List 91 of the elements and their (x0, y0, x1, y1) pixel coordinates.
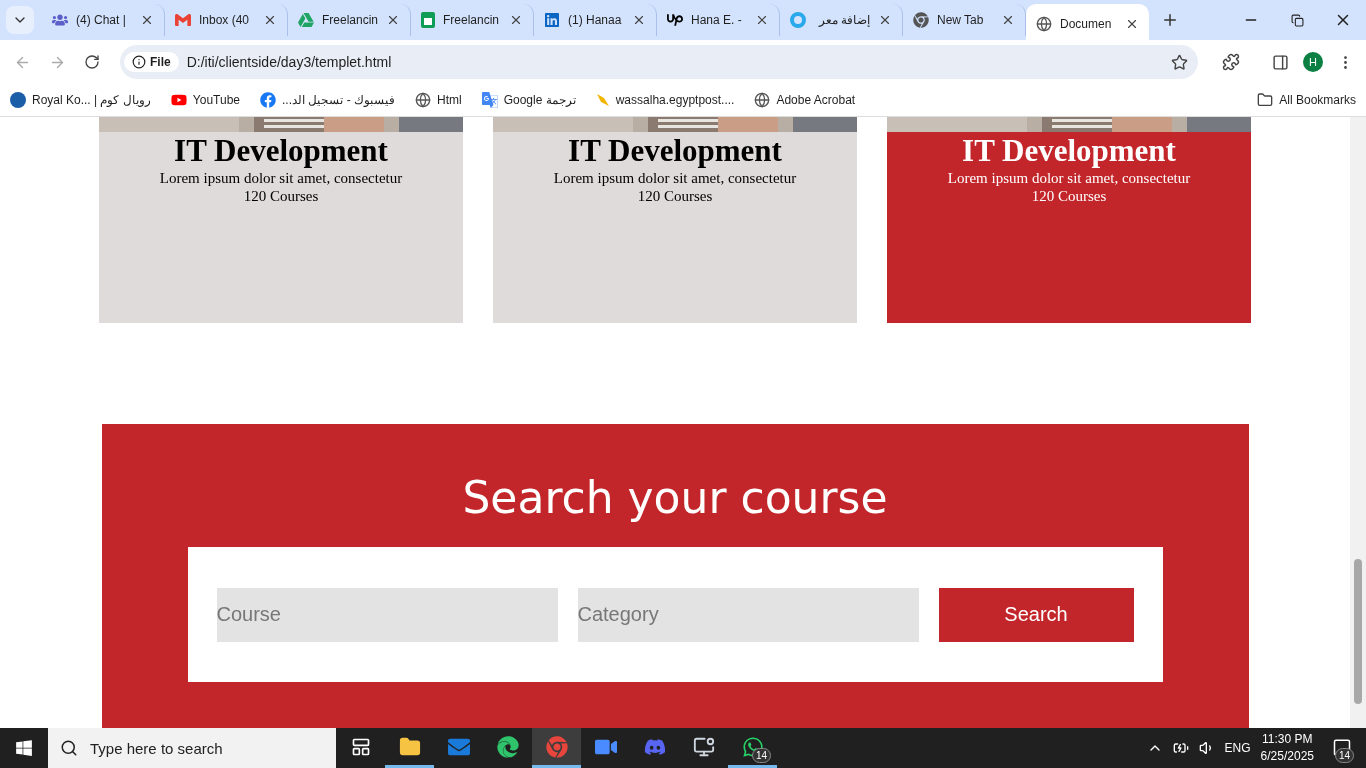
card-text: Lorem ipsum dolor sit amet, consectetur (159, 169, 403, 187)
in-icon (544, 12, 560, 28)
close-icon[interactable] (632, 13, 646, 27)
address-bar[interactable]: File D:/iti/clientside/day3/templet.html (120, 45, 1198, 79)
all-bookmarks[interactable]: All Bookmarks (1257, 92, 1356, 108)
course-count: 120 Courses (637, 187, 713, 205)
close-icon[interactable] (878, 13, 892, 27)
sheet-icon (421, 12, 435, 28)
up-icon (667, 12, 683, 28)
bird-icon (595, 92, 610, 108)
extensions-icon[interactable] (1222, 53, 1240, 71)
site-info-chip[interactable]: File (124, 52, 179, 72)
info-icon (132, 55, 146, 69)
close-icon[interactable] (755, 13, 769, 27)
url-text: D:/iti/clientside/day3/templet.html (186, 54, 393, 70)
count-badge: 14 (1334, 748, 1354, 763)
globe-icon (754, 92, 771, 108)
profile-avatar[interactable]: H (1303, 52, 1323, 72)
taskbar-search-field[interactable]: Type here to search (48, 728, 336, 768)
category-field[interactable]: Category (577, 587, 919, 642)
tab-title: Inbox (40 (199, 13, 251, 27)
chrome-icon (913, 12, 929, 28)
close-icon[interactable] (386, 13, 400, 27)
translate-icon (481, 92, 498, 108)
people-icon (52, 12, 68, 28)
taskbar-app[interactable]: 14 (728, 728, 777, 768)
facebook-icon (260, 92, 276, 108)
tab-title: Hana E. - (691, 13, 743, 27)
bookmark[interactable]: ترجمة Google (481, 92, 576, 108)
task-view-icon (350, 736, 371, 757)
circle-icon (10, 92, 26, 108)
course-field[interactable]: Course (216, 587, 558, 642)
browser-tab[interactable]: إضافة معر (780, 4, 903, 36)
browser-tab[interactable]: Freelancin (288, 4, 411, 36)
globe-icon (1036, 16, 1052, 32)
close-icon[interactable] (263, 13, 277, 27)
globe-icon (415, 92, 431, 108)
close-icon[interactable] (509, 13, 523, 27)
battery-icon[interactable] (1172, 740, 1189, 756)
chrome-icon (545, 735, 568, 758)
bookmark[interactable]: YouTube (170, 92, 240, 108)
language-indicator[interactable]: ENG (1224, 741, 1251, 755)
course-count: 120 Courses (243, 187, 319, 205)
scrollbar[interactable] (1350, 117, 1366, 728)
windows-icon (15, 739, 33, 757)
tab-search-button[interactable] (6, 6, 34, 34)
tab-title: New Tab (937, 13, 985, 27)
close-icon[interactable] (140, 13, 154, 27)
new-tab-icon[interactable] (1161, 11, 1179, 29)
card-title: IT Development (568, 133, 782, 169)
count-badge: 14 (751, 748, 771, 763)
card-text: Lorem ipsum dolor sit amet, consectetur (553, 169, 797, 187)
search-icon (60, 739, 78, 757)
ring-icon (790, 12, 806, 28)
bookmark[interactable]: Royal Ko... | رويال كوم (10, 92, 151, 108)
close-icon[interactable] (1125, 17, 1139, 31)
browser-tab[interactable]: Hana E. - (657, 4, 780, 36)
tab-title: Freelancin (443, 13, 501, 27)
search-button[interactable]: Search (938, 587, 1134, 642)
bookmark[interactable]: فيسبوك - تسجيل الد... (260, 92, 395, 108)
search-placeholder: Type here to search (90, 739, 223, 757)
close-icon[interactable] (1001, 13, 1015, 27)
play-icon (170, 92, 187, 108)
section-title: Search your course (462, 471, 888, 525)
star-icon[interactable] (1171, 53, 1188, 71)
card-text: Lorem ipsum dolor sit amet, consectetur (947, 169, 1191, 187)
tab-title: إضافة معر (817, 13, 870, 27)
bookmark[interactable]: Html (415, 92, 462, 108)
tab-title: (1) Hanaa (568, 13, 623, 27)
course-count: 120 Courses (1031, 187, 1107, 205)
tab-title: Freelancin (322, 13, 378, 27)
card-title: IT Development (174, 133, 388, 169)
card-title: IT Development (962, 133, 1176, 169)
folder-icon (398, 735, 421, 758)
browser-tab[interactable]: (1) Hanaa (534, 4, 657, 36)
notifications-button[interactable]: 14 (1324, 728, 1360, 768)
bookmark[interactable]: Adobe Acrobat (754, 92, 856, 108)
mail-icon (175, 12, 191, 28)
browser-tab[interactable]: Inbox (40 (165, 4, 288, 36)
reload-icon[interactable] (84, 54, 100, 70)
edge-icon (496, 735, 519, 758)
side-panel-icon[interactable] (1272, 53, 1289, 71)
bookmark[interactable]: wassalha.egyptpost.... (595, 92, 735, 108)
tab-title: (4) Chat | (76, 13, 127, 27)
tab-title: Documen (1060, 17, 1113, 31)
browser-tab[interactable]: Freelancin (411, 4, 534, 36)
monitor-icon (692, 735, 715, 758)
triangle-icon (298, 12, 314, 28)
folder-icon (1257, 92, 1274, 108)
clock[interactable]: 11:30 PM 6/25/2025 (1260, 731, 1314, 765)
browser-tab[interactable]: (4) Chat | (42, 4, 165, 36)
